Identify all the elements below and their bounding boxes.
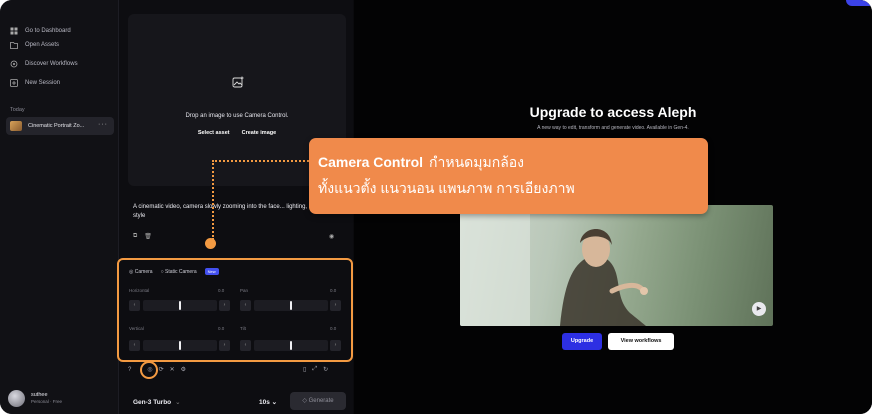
- sidebar-item-workflows[interactable]: Discover Workflows: [10, 57, 78, 71]
- tab-static-camera[interactable]: ○ Static Camera: [161, 269, 197, 275]
- pan-label: Pan: [240, 288, 249, 293]
- select-asset-button[interactable]: Select asset: [198, 130, 230, 136]
- new-badge: New: [204, 268, 219, 275]
- upgrade-button[interactable]: Upgrade: [562, 333, 602, 350]
- slider-thumb[interactable]: [179, 301, 181, 310]
- upsell-title: Upgrade to access Aleph: [529, 104, 697, 120]
- folder-icon: [10, 42, 18, 49]
- settings-icon[interactable]: ⚙: [181, 366, 186, 373]
- horizontal-decrease-button[interactable]: ‹: [129, 300, 140, 311]
- user-plan: Personal · Free: [31, 399, 63, 404]
- model-name: Gen-3 Turbo: [133, 399, 172, 406]
- vertical-label: Vertical: [129, 326, 144, 331]
- workflow-icon: [10, 60, 18, 68]
- tilt-label: Tilt: [240, 326, 246, 331]
- tilt-decrease-button[interactable]: ‹: [240, 340, 251, 351]
- close-icon[interactable]: ✕: [170, 366, 175, 373]
- slider-thumb[interactable]: [179, 341, 181, 350]
- view-workflows-button[interactable]: View workflows: [608, 333, 674, 350]
- callout-line2: ทั้งแนวตั้ง แนวนอน แพนภาพ การเอียงภาพ: [318, 180, 575, 196]
- dashboard-icon: [10, 27, 18, 35]
- horizontal-increase-button[interactable]: ›: [219, 300, 230, 311]
- pan-increase-button[interactable]: ›: [330, 300, 341, 311]
- sidebar-item-label: Go to Dashboard: [25, 28, 71, 34]
- sidebar-item-label: Discover Workflows: [25, 61, 78, 67]
- pan-decrease-button[interactable]: ‹: [240, 300, 251, 311]
- avatar: [8, 390, 25, 407]
- tab-static-label: Static Camera: [164, 268, 197, 275]
- resize-icon[interactable]: ⤢: [312, 366, 317, 373]
- vertical-slider[interactable]: [143, 340, 217, 351]
- session-item[interactable]: Cinematic Portrait Zo... ···: [6, 117, 114, 135]
- sidebar-item-dashboard[interactable]: Go to Dashboard: [10, 24, 71, 38]
- promo-woman-figure: [460, 205, 648, 326]
- tab-camera[interactable]: ◎ Camera: [129, 269, 153, 275]
- promo-video[interactable]: ▶: [460, 205, 773, 326]
- session-title: Cinematic Portrait Zo...: [28, 123, 85, 129]
- camera-control-panel: ◎ Camera ○ Static Camera New Horizontal …: [117, 258, 353, 362]
- app-window: Go to Dashboard Open Assets Discover Wor…: [0, 0, 872, 414]
- upsell-subtitle: A new way to edit, transform and generat…: [537, 125, 689, 131]
- duration-value: 10s: [259, 399, 270, 406]
- duration-selector[interactable]: 10s ⌄: [259, 398, 277, 406]
- horizontal-slider[interactable]: [143, 300, 217, 311]
- user-name: suthee: [31, 392, 48, 398]
- prompt-input[interactable]: A cinematic video, camera slowly zooming…: [133, 203, 333, 221]
- aspect-ratio-icon[interactable]: ▯: [303, 366, 306, 373]
- blue-corner-tab: [846, 0, 872, 6]
- sidebar-item-label: Open Assets: [25, 42, 60, 48]
- sidebar-item-label: New Session: [25, 80, 61, 86]
- eye-icon[interactable]: ◉: [329, 233, 334, 240]
- annotation-callout: Camera Control กำหนดมุมกล้อง ทั้งแนวตั้ง …: [309, 138, 708, 214]
- plus-icon: [10, 79, 18, 87]
- trash-icon[interactable]: 🗑: [144, 233, 152, 240]
- callout-connector: [212, 160, 309, 162]
- refresh-icon[interactable]: ↻: [323, 366, 328, 373]
- vertical-value: 0.0: [218, 326, 225, 331]
- session-thumbnail: [10, 121, 22, 131]
- pan-value: 0.0: [330, 288, 337, 293]
- tilt-value: 0.0: [330, 326, 337, 331]
- generate-button[interactable]: ◇ Generate: [290, 392, 346, 410]
- horizontal-value: 0.0: [218, 288, 225, 293]
- pan-slider[interactable]: [254, 300, 328, 311]
- tilt-increase-button[interactable]: ›: [330, 340, 341, 351]
- generate-label: Generate: [308, 398, 334, 404]
- slider-thumb[interactable]: [290, 341, 292, 350]
- callout-line1: กำหนดมุมกล้อง: [429, 154, 525, 170]
- user-profile[interactable]: suthee Personal · Free: [8, 390, 62, 407]
- create-image-button[interactable]: Create image: [242, 130, 277, 136]
- tilt-slider[interactable]: [254, 340, 328, 351]
- tab-camera-label: Camera: [134, 268, 153, 275]
- callout-connector-vertical: [212, 160, 214, 240]
- model-selector[interactable]: Gen-3 Turbo ⌄: [133, 398, 181, 406]
- section-heading-today: Today: [10, 107, 25, 113]
- play-icon[interactable]: ▶: [752, 302, 766, 316]
- vertical-decrease-button[interactable]: ‹: [129, 340, 140, 351]
- horizontal-label: Horizontal: [129, 288, 150, 293]
- camera-control-highlight: [140, 361, 158, 379]
- callout-anchor-dot: [205, 238, 216, 249]
- copy-icon[interactable]: ⧉: [133, 233, 137, 240]
- vertical-increase-button[interactable]: ›: [219, 340, 230, 351]
- drop-instructions: Drop an image to use Camera Control.: [185, 113, 289, 119]
- slider-thumb[interactable]: [290, 301, 292, 310]
- chevron-down-icon: ⌄: [175, 399, 181, 406]
- more-options-icon[interactable]: ···: [98, 121, 108, 128]
- sidebar: Go to Dashboard Open Assets Discover Wor…: [0, 0, 119, 414]
- sidebar-item-new-session[interactable]: New Session: [10, 76, 60, 90]
- motion-icon[interactable]: ⟳: [159, 366, 164, 373]
- sidebar-item-assets[interactable]: Open Assets: [10, 38, 59, 52]
- add-image-icon: [232, 76, 244, 88]
- callout-heading: Camera Control: [318, 154, 424, 170]
- help-icon[interactable]: ?: [128, 367, 131, 373]
